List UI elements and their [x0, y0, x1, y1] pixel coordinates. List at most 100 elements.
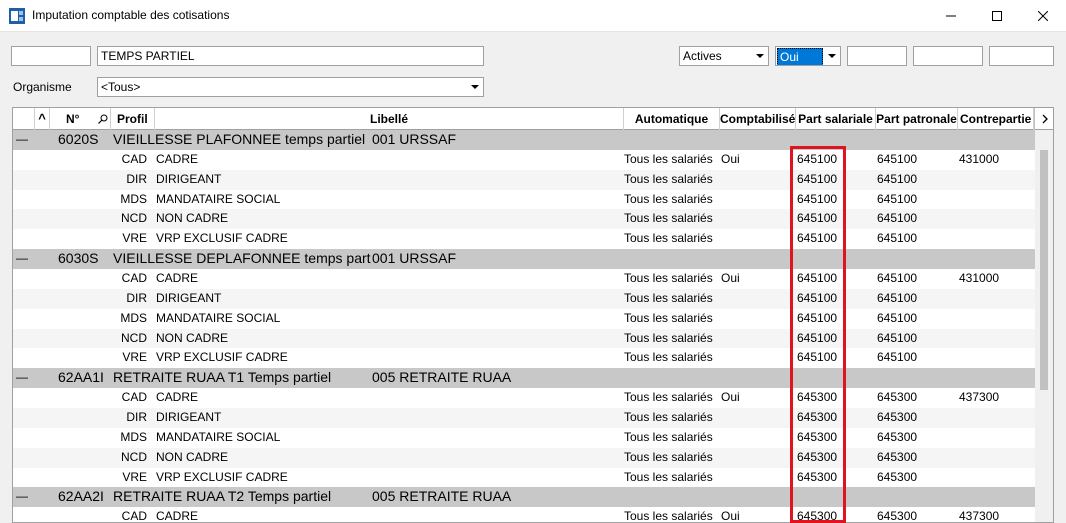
row-header-cell — [13, 108, 35, 130]
search-icon[interactable] — [98, 114, 108, 124]
group-organisme: 001 URSSAF — [372, 250, 457, 267]
cell-libelle: DIRIGEANT — [156, 171, 222, 186]
cell-part-salariale: 645300 — [797, 509, 838, 523]
table-row[interactable]: DIR DIRIGEANT Tous les salariés 645100 64510… — [13, 169, 1035, 190]
cell-automatique: Tous les salariés — [624, 191, 713, 206]
cell-profil: VRE — [122, 350, 147, 365]
col-contrepartie[interactable]: Contrepartie — [958, 108, 1034, 130]
cell-part-salariale: 645100 — [797, 191, 838, 206]
cell-comptabilise — [720, 448, 794, 468]
col-automatique[interactable]: Automatique — [624, 108, 720, 130]
group-row[interactable]: — 62AA2I RETRAITE RUAA T2 Temps partiel 005… — [13, 487, 1035, 508]
group-label: VIEILLESSE DEPLAFONNEE temps parti — [113, 250, 371, 267]
table-row[interactable]: MDS MANDATAIRE SOCIAL Tous les salariés 645… — [13, 309, 1035, 329]
code-filter-input[interactable] — [11, 46, 91, 66]
maximize-button[interactable] — [974, 0, 1020, 32]
cell-part-patronale: 645100 — [877, 151, 918, 166]
cell-automatique: Tous les salariés — [624, 231, 713, 246]
table-row[interactable]: CAD CADRE Tous les salariés Oui 645100 645100… — [13, 269, 1035, 289]
status-select[interactable]: Actives — [679, 46, 769, 66]
col-part-salariale[interactable]: Part salariale — [796, 108, 876, 130]
cell-part-salariale: 645100 — [797, 290, 838, 305]
cell-profil: CAD — [121, 271, 147, 286]
organisme-select[interactable]: <Tous> — [97, 77, 484, 97]
group-code: 62AA1I — [58, 369, 104, 386]
cell-profil: VRE — [122, 469, 147, 484]
table-row[interactable]: VRE VRP EXCLUSIF CADRE Tous les salariés 64… — [13, 468, 1035, 488]
chevron-right-icon — [1042, 114, 1048, 124]
extra-filter-2[interactable] — [913, 46, 983, 66]
col-comptabilise[interactable]: Comptabilisé — [720, 108, 796, 130]
cell-comptabilise: Oui — [721, 390, 740, 405]
cell-automatique: Tous les salariés — [624, 410, 713, 425]
col-libelle[interactable]: Libellé — [155, 108, 624, 130]
cell-part-patronale: 645100 — [877, 211, 918, 226]
minimize-button[interactable] — [928, 0, 974, 32]
close-button[interactable] — [1020, 0, 1066, 32]
organisme-label: Organisme — [13, 80, 72, 94]
chevron-down-icon[interactable] — [824, 47, 840, 65]
table-row[interactable]: VRE VRP EXCLUSIF CADRE Tous les salariés 64… — [13, 348, 1035, 368]
cell-comptabilise — [720, 209, 794, 229]
table-row[interactable]: CAD CADRE Tous les salariés Oui 645300 645300… — [13, 507, 1035, 523]
cell-part-patronale: 645300 — [877, 469, 918, 484]
collapse-icon[interactable]: — — [16, 130, 30, 150]
collapse-icon[interactable]: — — [16, 249, 30, 269]
group-row[interactable]: — 62AA1I RETRAITE RUAA T1 Temps partiel 005… — [13, 368, 1035, 389]
col-part-patronale[interactable]: Part patronale — [876, 108, 958, 130]
vertical-scrollbar[interactable] — [1035, 130, 1053, 522]
cell-profil: MDS — [120, 310, 147, 325]
cell-part-patronale: 645100 — [877, 191, 918, 206]
cell-profil: CAD — [121, 390, 147, 405]
cell-contrepartie: 431000 — [959, 151, 1000, 166]
cell-comptabilise — [720, 289, 794, 309]
cell-automatique: Tous les salariés — [624, 350, 713, 365]
close-icon — [1038, 11, 1048, 21]
cell-libelle: NON CADRE — [156, 211, 229, 226]
cell-contrepartie — [959, 329, 1033, 349]
cell-profil: DIR — [126, 290, 147, 305]
table-row[interactable]: CAD CADRE Tous les salariés Oui 645300 645300… — [13, 388, 1035, 408]
window-title: Imputation comptable des cotisations — [32, 8, 230, 22]
cell-part-salariale: 645100 — [797, 151, 838, 166]
cell-part-patronale: 645100 — [877, 330, 918, 345]
table-row[interactable]: CAD CADRE Tous les salariés Oui 645100 645100… — [13, 150, 1035, 170]
cell-libelle: DIRIGEANT — [156, 290, 222, 305]
col-num[interactable]: N° — [50, 108, 111, 130]
organisme-select-value: <Tous> — [101, 80, 141, 94]
table-row[interactable]: DIR DIRIGEANT Tous les salariés 645100 64510… — [13, 288, 1035, 309]
cell-part-salariale: 645100 — [797, 330, 838, 345]
cell-automatique: Tous les salariés — [624, 330, 713, 345]
cell-profil: CAD — [121, 151, 147, 166]
table-row[interactable]: NCD NON CADRE Tous les salariés 645100 64510… — [13, 328, 1035, 349]
cell-contrepartie — [959, 309, 1033, 329]
table-row[interactable]: MDS MANDATAIRE SOCIAL Tous les salariés 645… — [13, 190, 1035, 210]
extra-filter-3[interactable] — [989, 46, 1054, 66]
collapse-icon[interactable]: — — [16, 487, 30, 507]
col-num-label: N° — [66, 112, 80, 126]
table-row[interactable]: MDS MANDATAIRE SOCIAL Tous les salariés 645… — [13, 428, 1035, 448]
table-row[interactable]: DIR DIRIGEANT Tous les salariés 645300 64530… — [13, 408, 1035, 428]
chevron-down-icon[interactable] — [752, 47, 768, 65]
group-code: 6020S — [58, 131, 99, 147]
yesno-select-value: Oui — [777, 48, 823, 65]
table-row[interactable]: VRE VRP EXCLUSIF CADRE Tous les salariés 64… — [13, 229, 1035, 249]
group-row[interactable]: — 6020S VIEILLESSE PLAFONNEE temps partiel… — [13, 130, 1035, 150]
collapse-icon[interactable]: — — [16, 368, 30, 388]
scroll-right-button[interactable] — [1034, 108, 1053, 130]
cell-comptabilise: Oui — [721, 151, 740, 166]
col-profil[interactable]: Profil — [111, 108, 155, 130]
table-row[interactable]: NCD NON CADRE Tous les salariés 645300 64530… — [13, 447, 1035, 468]
extra-filter-1[interactable] — [847, 46, 907, 66]
group-row[interactable]: — 6030S VIEILLESSE DEPLAFONNEE temps parti… — [13, 249, 1035, 270]
sort-arrow-icon[interactable]: ^ — [35, 108, 50, 130]
cell-part-patronale: 645100 — [877, 290, 918, 305]
cell-contrepartie — [959, 209, 1033, 229]
table-row[interactable]: NCD NON CADRE Tous les salariés 645100 64510… — [13, 209, 1035, 230]
cell-profil: VRE — [122, 231, 147, 246]
yesno-select[interactable]: Oui — [775, 46, 841, 66]
scrollbar-thumb[interactable] — [1040, 150, 1048, 390]
chevron-down-icon[interactable] — [467, 78, 483, 96]
label-filter-input[interactable]: TEMPS PARTIEL — [97, 46, 484, 66]
cell-part-patronale: 645300 — [877, 410, 918, 425]
